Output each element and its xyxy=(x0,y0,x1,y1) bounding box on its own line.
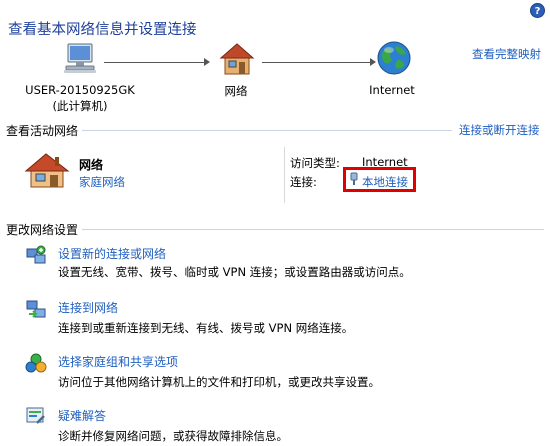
section-divider-change xyxy=(82,229,544,230)
network-house-icon[interactable] xyxy=(219,42,255,76)
vertical-divider xyxy=(284,147,285,203)
section-divider-active xyxy=(82,130,452,131)
computer-sub-label: (此计算机) xyxy=(52,99,108,113)
task-title-new-connection[interactable]: 设置新的连接或网络 xyxy=(58,245,166,262)
task-desc-troubleshoot: 诊断并修复网络问题，或获得故障排除信息。 xyxy=(58,429,288,443)
page-title: 查看基本网络信息并设置连接 xyxy=(8,22,197,38)
ethernet-icon xyxy=(349,172,359,186)
internet-label: Internet xyxy=(369,83,415,97)
task-title-homegroup[interactable]: 选择家庭组和共享选项 xyxy=(58,353,178,370)
connect-network-icon xyxy=(25,298,47,320)
task-desc-connect-network: 连接到或重新连接到无线、有线、拨号或 VPN 网络连接。 xyxy=(58,321,354,335)
connection-label: 连接: xyxy=(290,175,317,189)
local-connection-link[interactable]: 本地连接 xyxy=(362,174,408,190)
network-type-link[interactable]: 家庭网络 xyxy=(79,174,125,190)
task-title-connect-network[interactable]: 连接到网络 xyxy=(58,299,118,316)
troubleshoot-icon xyxy=(25,405,47,427)
connect-disconnect-link[interactable]: 连接或断开连接 xyxy=(459,122,540,138)
connector-line-2 xyxy=(262,62,374,63)
active-networks-heading: 查看活动网络 xyxy=(6,124,79,138)
active-network-name: 网络 xyxy=(79,158,104,172)
computer-name-label: USER-20150925GK xyxy=(25,83,135,97)
task-desc-homegroup: 访问位于其他网络计算机上的文件和打印机，或更改共享设置。 xyxy=(58,375,380,389)
task-desc-new-connection: 设置无线、宽带、拨号、临时或 VPN 连接；或设置路由器或访问点。 xyxy=(58,265,411,279)
access-type-label: 访问类型: xyxy=(290,156,340,170)
internet-globe-icon[interactable] xyxy=(376,40,412,76)
connector-line-1 xyxy=(104,62,208,63)
home-network-icon xyxy=(24,151,70,189)
network-label: 网络 xyxy=(224,84,248,98)
new-connection-icon xyxy=(25,245,47,267)
homegroup-icon xyxy=(25,352,47,374)
help-button[interactable]: ? xyxy=(530,3,545,18)
computer-icon xyxy=(62,42,98,76)
task-title-troubleshoot[interactable]: 疑难解答 xyxy=(58,407,106,424)
connector-arrow-1 xyxy=(204,58,210,66)
change-settings-heading: 更改网络设置 xyxy=(6,223,79,237)
full-map-link[interactable]: 查看完整映射 xyxy=(472,46,541,62)
